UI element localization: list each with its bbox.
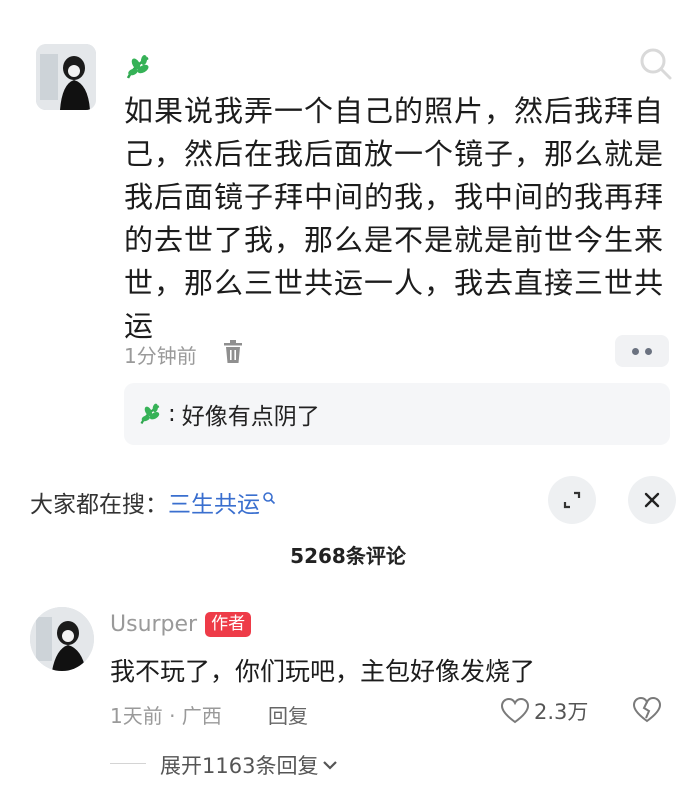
expand-replies-button[interactable]: 展开1163条回复	[160, 750, 338, 780]
like-button[interactable]: 2.3万	[500, 696, 588, 726]
comment-username[interactable]: Usurper	[110, 612, 197, 637]
trending-query-link[interactable]: 三生共运	[168, 485, 260, 519]
reply-button[interactable]: 回复	[268, 700, 308, 729]
quoted-reply[interactable]: : 好像有点阴了	[124, 383, 670, 445]
search-icon[interactable]	[636, 44, 676, 88]
quote-text: 好像有点阴了	[181, 404, 320, 430]
leaf-icon	[138, 401, 164, 427]
post-time: 1分钟前	[124, 344, 197, 368]
trending-label: 大家都在搜：	[30, 492, 168, 518]
divider	[110, 763, 146, 764]
search-icon	[262, 491, 276, 505]
post-text: 如果说我弄一个自己的照片，然后我拜自己，然后在我后面放一个镜子，那么就是我后面镜…	[124, 94, 665, 343]
commenter-avatar[interactable]	[30, 607, 94, 671]
more-dots-icon[interactable]	[615, 335, 669, 367]
trash-icon[interactable]	[222, 340, 244, 368]
broken-heart-icon[interactable]	[632, 696, 662, 728]
comment-header: Usurper 作者	[110, 612, 252, 637]
trending-search: 大家都在搜： 三生共运	[30, 485, 276, 519]
leaf-icon	[124, 52, 154, 86]
comment-time-location: 1天前 · 广西	[110, 704, 222, 728]
expand-icon[interactable]	[548, 476, 596, 524]
quote-colon: :	[168, 401, 176, 427]
author-tag: 作者	[205, 612, 252, 637]
chevron-down-icon	[322, 759, 338, 771]
expand-replies-label: 展开1163条回复	[160, 754, 319, 778]
poster-avatar[interactable]	[36, 44, 96, 110]
like-count: 2.3万	[534, 700, 589, 724]
comment-count: 5268条评论	[290, 544, 406, 568]
comment-text: 我不玩了，你们玩吧，主包好像发烧了	[110, 657, 536, 686]
close-icon[interactable]	[628, 476, 676, 524]
heart-icon	[500, 697, 530, 725]
